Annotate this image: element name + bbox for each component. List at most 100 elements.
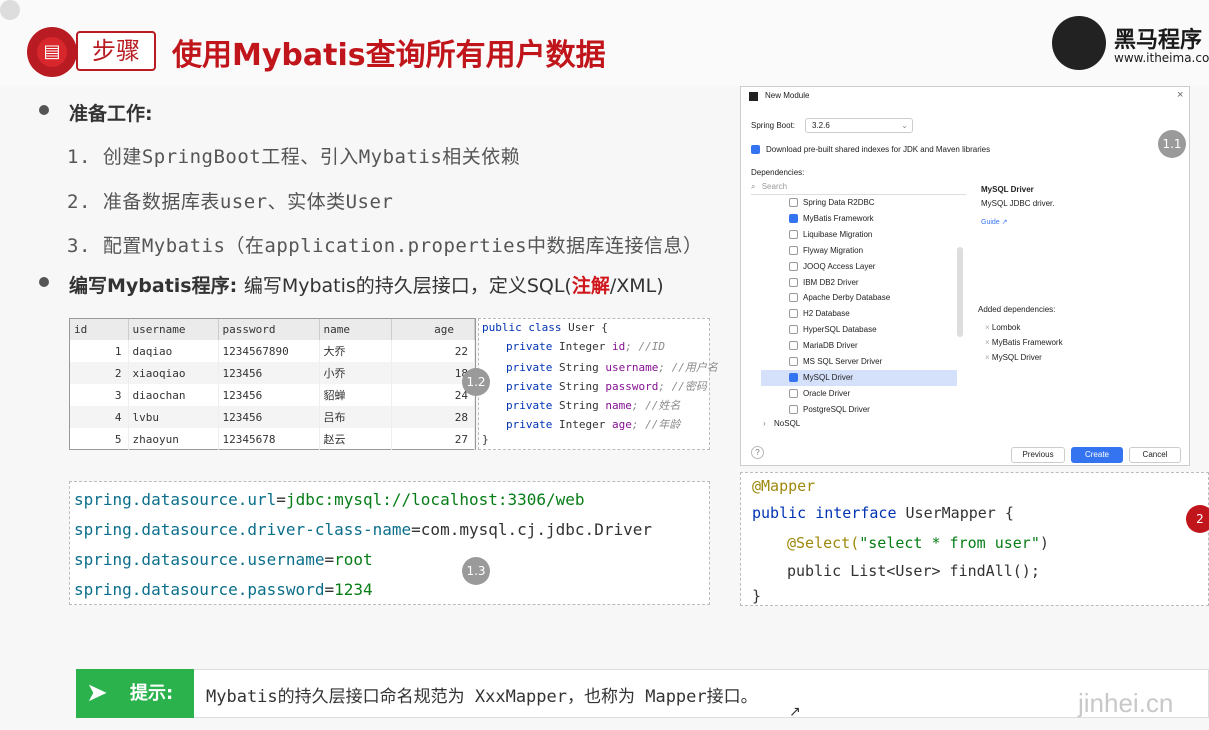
dependency-checkbox[interactable] xyxy=(789,229,798,239)
nosql-category[interactable]: NoSQL xyxy=(774,419,800,428)
dependency-item[interactable]: Flyway Migration xyxy=(761,243,957,259)
code-field: age xyxy=(611,418,632,431)
download-indexes-checkbox[interactable] xyxy=(751,145,760,154)
dependency-checkbox[interactable] xyxy=(789,404,798,414)
dependency-checkbox[interactable] xyxy=(789,293,798,303)
dependency-label: Oracle Driver xyxy=(803,388,851,398)
dependency-checkbox[interactable] xyxy=(789,341,798,351)
dependency-item[interactable]: Liquibase Migration xyxy=(761,227,957,243)
column-header[interactable]: name xyxy=(319,319,392,340)
scrollbar[interactable] xyxy=(957,247,963,337)
code-line: @Select("select * from user") xyxy=(787,534,1049,552)
table-cell: 貂蝉 xyxy=(319,384,392,406)
tip-text: Mybatis的持久层接口命名规范为 XxxMapper，也称为 Mapper接… xyxy=(206,687,758,707)
dependency-item[interactable]: IBM DB2 Driver xyxy=(761,275,957,291)
dependency-checkbox[interactable] xyxy=(789,372,798,382)
remove-icon[interactable]: × xyxy=(985,353,992,362)
property-key: spring.datasource.password xyxy=(74,580,325,599)
dependency-search[interactable]: ⌕ Search xyxy=(751,182,966,195)
search-input[interactable]: Search xyxy=(762,182,787,191)
step-label: 步骤 xyxy=(76,31,156,71)
spring-boot-version-select[interactable]: 3.2.6 ⌄ xyxy=(805,118,913,133)
dependency-item[interactable]: Oracle Driver xyxy=(761,386,957,402)
table-row[interactable]: 3 diaochan 123456 貂蝉 24 xyxy=(70,384,475,406)
table-row[interactable]: 4 lvbu 123456 吕布 28 xyxy=(70,406,475,428)
dependency-item[interactable]: MariaDB Driver xyxy=(761,338,957,354)
prep-item: 3. 配置Mybatis（在application.properties中数据库… xyxy=(67,235,703,257)
dependency-item[interactable]: MyBatis Framework xyxy=(761,211,957,227)
chevron-down-icon: ⌄ xyxy=(901,121,908,130)
code-field: password xyxy=(605,380,659,393)
select-value: 3.2.6 xyxy=(812,121,830,130)
property-value: root xyxy=(334,550,373,569)
table-cell: daqiao xyxy=(128,340,219,362)
dependency-item[interactable]: Apache Derby Database xyxy=(761,290,957,306)
dependency-label: PostgreSQL Driver xyxy=(803,404,870,414)
column-header[interactable]: username xyxy=(128,319,219,340)
table-cell: 3 xyxy=(70,384,129,406)
dependency-checkbox[interactable] xyxy=(789,213,798,223)
paper-plane-icon: ➤ xyxy=(86,678,108,708)
dependency-checkbox[interactable] xyxy=(789,277,798,287)
table-cell: 吕布 xyxy=(319,406,392,428)
dependency-checkbox[interactable] xyxy=(789,357,798,366)
code-line: private String username; //用户名 xyxy=(506,359,718,375)
write-text-b: /XML) xyxy=(609,275,664,297)
column-header[interactable]: id xyxy=(70,319,129,340)
dependency-item[interactable]: HyperSQL Database xyxy=(761,322,957,338)
table-cell: xiaoqiao xyxy=(128,362,219,384)
download-indexes-label: Download pre-built shared indexes for JD… xyxy=(766,145,991,154)
help-button[interactable]: ? xyxy=(751,446,764,459)
code-comment: ; //年龄 xyxy=(631,418,681,431)
dependency-checkbox[interactable] xyxy=(789,261,798,271)
dependency-item[interactable]: Spring Data R2DBC xyxy=(761,195,957,211)
user-class-code: public class User { private Integer id; … xyxy=(478,318,718,450)
code-keyword: private xyxy=(506,418,559,431)
code-line: private String name; //姓名 xyxy=(506,397,680,413)
table-cell: diaochan xyxy=(128,384,219,406)
dependency-item[interactable]: MS SQL Server Driver xyxy=(761,354,957,370)
detail-description: MySQL JDBC driver. xyxy=(981,199,1055,208)
property-key: spring.datasource.driver-class-name xyxy=(74,520,412,539)
code-line: } xyxy=(482,433,489,446)
dependency-item[interactable]: JOOQ Access Layer xyxy=(761,259,957,275)
column-header[interactable]: password xyxy=(218,319,320,340)
added-dependency: × MyBatis Framework xyxy=(985,338,1063,347)
dependency-checkbox[interactable] xyxy=(789,325,798,335)
table-cell: 5 xyxy=(70,428,129,450)
code-line: spring.datasource.driver-class-name=com.… xyxy=(74,520,652,539)
table-header-row: id username password name age xyxy=(70,319,475,340)
table-row[interactable]: 5 zhaoyun 12345678 赵云 27 xyxy=(70,428,475,450)
create-button[interactable]: Create xyxy=(1071,447,1123,463)
added-dependency-label: MySQL Driver xyxy=(991,353,1042,362)
close-icon[interactable]: × xyxy=(1177,89,1183,101)
mouse-cursor-icon: ↗ xyxy=(789,704,801,720)
dependency-checkbox[interactable] xyxy=(789,309,798,319)
dependency-label: Apache Derby Database xyxy=(803,293,891,303)
dependency-checkbox[interactable] xyxy=(789,388,798,398)
dependency-label: MS SQL Server Driver xyxy=(803,357,883,366)
chevron-right-icon[interactable]: › xyxy=(763,419,766,428)
code-line: public List<User> findAll(); xyxy=(787,562,1040,580)
added-dependency-label: Lombok xyxy=(991,323,1021,332)
new-module-dialog: New Module × Spring Boot: 3.2.6 ⌄ Downloa… xyxy=(740,86,1190,466)
code-line: private String password; //密码 xyxy=(506,378,707,394)
bullet-icon xyxy=(39,277,49,287)
guide-link[interactable]: Guide ↗ xyxy=(981,218,1008,226)
code-text: String xyxy=(558,361,606,374)
cancel-button[interactable]: Cancel xyxy=(1129,447,1181,463)
code-keyword: public interface xyxy=(752,504,906,522)
dependency-checkbox[interactable] xyxy=(789,245,798,255)
dependency-checkbox[interactable] xyxy=(789,198,798,207)
dependency-item[interactable]: PostgreSQL Driver xyxy=(761,402,957,418)
table-row[interactable]: 1 daqiao 1234567890 大乔 22 xyxy=(70,340,475,362)
remove-icon[interactable]: × xyxy=(985,338,992,347)
dependency-item[interactable]: MySQL Driver xyxy=(761,369,957,386)
dependency-item[interactable]: H2 Database xyxy=(761,306,957,322)
remove-icon[interactable]: × xyxy=(985,323,992,332)
column-header[interactable]: age xyxy=(391,319,475,340)
code-annotation: @Mapper xyxy=(752,477,816,495)
search-icon: ⌕ xyxy=(751,182,756,191)
previous-button[interactable]: Previous xyxy=(1011,447,1065,463)
table-row[interactable]: 2 xiaoqiao 123456 小乔 18 xyxy=(70,362,475,384)
